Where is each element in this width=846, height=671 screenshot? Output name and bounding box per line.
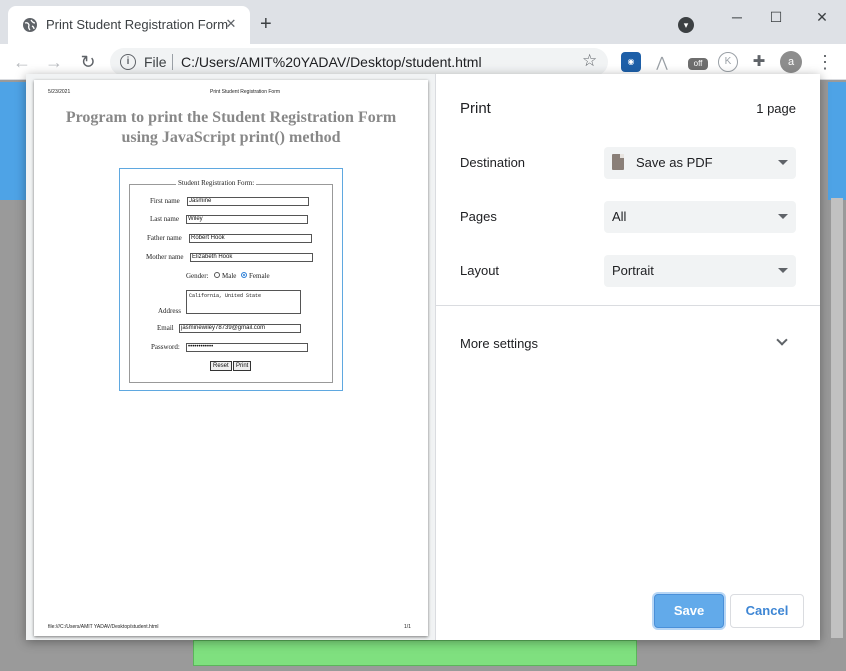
layout-select[interactable]: Portrait — [604, 255, 796, 287]
page-green-button — [193, 640, 637, 666]
mother-name-label: Mother name — [146, 253, 184, 261]
layout-label: Layout — [460, 263, 500, 278]
registration-form-box: Student Registration Form: First name Ja… — [119, 168, 343, 391]
preview-heading: Program to print the Student Registratio… — [58, 108, 404, 148]
password-field: •••••••••••• — [186, 343, 308, 352]
pages-select[interactable]: All — [604, 201, 796, 233]
address-label: Address — [158, 307, 181, 315]
first-name-label: First name — [150, 197, 180, 205]
globe-icon — [23, 18, 37, 32]
back-icon[interactable]: ← — [10, 50, 34, 74]
last-name-label: Last name — [150, 215, 179, 223]
pages-value: All — [612, 209, 627, 224]
forward-icon[interactable]: → — [42, 50, 66, 74]
pdf-file-icon — [612, 154, 624, 170]
first-name-field: Jasmine — [187, 197, 309, 206]
reload-icon[interactable]: ↻ — [76, 50, 100, 74]
address-bar[interactable]: i File C:/Users/AMIT%20YADAV/Desktop/stu… — [110, 48, 608, 76]
cancel-button[interactable]: Cancel — [730, 594, 804, 628]
kebab-menu-icon[interactable]: ⋮ — [816, 51, 834, 73]
chevron-down-icon — [778, 160, 788, 165]
destination-value: Save as PDF — [636, 155, 713, 170]
print-preview-area: 5/23/2021 Print Student Registration For… — [26, 74, 436, 640]
father-name-field: Robert Hook — [189, 234, 312, 243]
email-label: Email — [157, 324, 174, 332]
info-icon[interactable]: i — [120, 54, 136, 70]
print-settings-panel: Print 1 page Destination Save as PDF Pag… — [436, 74, 820, 640]
tab-search-icon[interactable]: ▾ — [678, 17, 694, 33]
layout-value: Portrait — [612, 263, 654, 278]
title-bar: Print Student Registration Form ✕ + ▾ ─ … — [0, 0, 846, 44]
preview-header-title: Print Student Registration Form — [210, 89, 281, 95]
expand-chevron-icon[interactable] — [776, 334, 788, 346]
preview-header-date: 5/23/2021 — [48, 89, 71, 95]
settings-divider — [436, 305, 820, 306]
registration-fieldset — [129, 184, 333, 383]
url-text[interactable]: C:/Users/AMIT%20YADAV/Desktop/student.ht… — [181, 54, 482, 70]
preview-footer-path: file:///C:/Users/AMIT YADAV/Desktop/stud… — [48, 624, 159, 630]
browser-tab[interactable]: Print Student Registration Form ✕ — [8, 6, 250, 44]
destination-select[interactable]: Save as PDF — [604, 147, 796, 179]
new-tab-icon[interactable]: + — [260, 14, 272, 34]
page-scrollbar[interactable] — [831, 198, 843, 638]
avatar[interactable]: a — [780, 51, 802, 73]
reset-button: Reset — [210, 361, 232, 371]
minimize-icon[interactable]: ─ — [725, 8, 749, 26]
chevron-down-icon — [778, 268, 788, 273]
pages-label: Pages — [460, 209, 497, 224]
email-field: jasminewiley78739@gmail.com — [179, 324, 301, 333]
print-title: Print — [460, 100, 491, 117]
print-button: Print — [233, 361, 252, 371]
page-count: 1 page — [756, 101, 796, 116]
url-separator — [172, 54, 173, 70]
page-header-band-right — [828, 82, 846, 200]
print-dialog: 5/23/2021 Print Student Registration For… — [26, 74, 820, 640]
window-close-icon[interactable]: ✕ — [810, 8, 834, 26]
tab-close-icon[interactable]: ✕ — [222, 15, 240, 33]
chevron-down-icon — [778, 214, 788, 219]
more-settings-toggle[interactable]: More settings — [460, 336, 538, 351]
puzzle-icon[interactable]: ✚ — [749, 52, 769, 72]
ext-off-icon[interactable]: off — [688, 58, 708, 70]
father-name-label: Father name — [147, 234, 182, 242]
ext-arrow-icon[interactable]: ⋀ — [652, 52, 672, 72]
gender-male-label: Male — [222, 272, 237, 280]
preview-page: 5/23/2021 Print Student Registration For… — [34, 80, 428, 636]
maximize-icon[interactable]: ☐ — [764, 8, 788, 26]
form-legend: Student Registration Form: — [176, 179, 257, 187]
ext-k-icon[interactable]: K — [718, 52, 738, 72]
address-textarea: California, United State — [186, 290, 301, 314]
preview-footer-page: 1/1 — [404, 624, 411, 630]
bookmark-star-icon[interactable]: ☆ — [582, 51, 597, 71]
preview-heading-line2: using JavaScript print() method — [121, 129, 341, 146]
save-button[interactable]: Save — [654, 594, 724, 628]
last-name-field: Wiley — [186, 215, 308, 224]
gender-male-radio — [214, 272, 220, 278]
gender-female-label: Female — [249, 272, 270, 280]
password-label: Password: — [151, 343, 180, 351]
tab-title: Print Student Registration Form — [46, 17, 229, 32]
gender-label: Gender: — [186, 272, 209, 280]
gender-female-radio — [241, 272, 247, 278]
mother-name-field: Elizabeth Hook — [190, 253, 313, 262]
preview-heading-line1: Program to print the Student Registratio… — [65, 109, 397, 126]
destination-label: Destination — [460, 155, 526, 170]
ext-globe-icon[interactable]: ◉ — [621, 52, 641, 72]
url-scheme: File — [144, 54, 167, 70]
